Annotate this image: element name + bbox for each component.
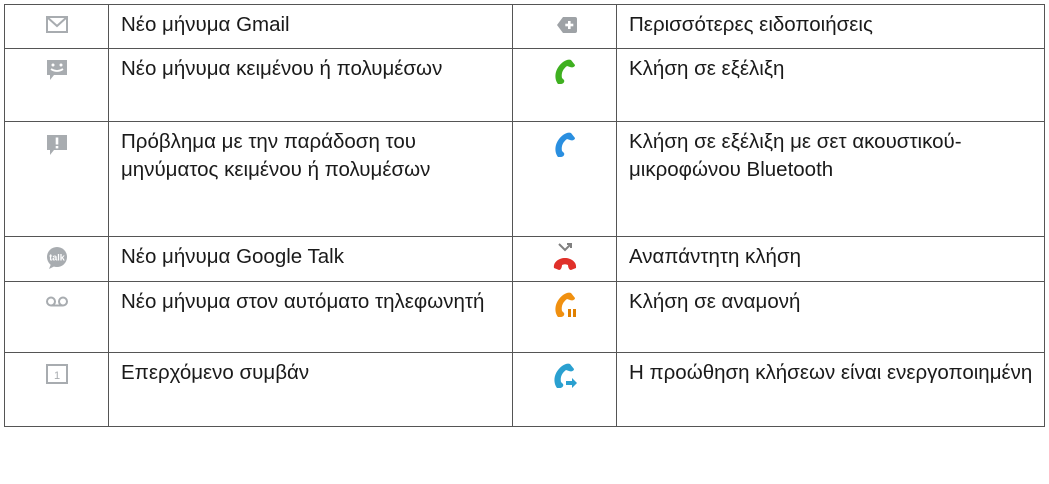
svg-text:talk: talk bbox=[49, 253, 66, 263]
google-talk-icon: talk bbox=[45, 246, 69, 275]
notification-label: Επερχόμενο συμβάν bbox=[121, 361, 310, 384]
table-row: 1 Επερχόμενο συμβάν Η προώθηση κλήσεων ε… bbox=[4, 352, 1045, 427]
table-row: talk Νέο μήνυμα Google Talk Αναπάντητη κ… bbox=[4, 236, 1045, 282]
notification-label: Κλήση σε εξέλιξη bbox=[629, 57, 785, 80]
notification-label: Νέο μήνυμα Google Talk bbox=[121, 245, 344, 268]
call-on-hold-icon bbox=[553, 292, 577, 323]
table-row: Νέο μήνυμα στον αυτόματο τηλεφωνητή Κλήσ… bbox=[4, 281, 1045, 353]
call-in-progress-icon bbox=[553, 59, 577, 90]
notification-icons-table: Νέο μήνυμα Gmail Περισσότερες ειδοποιήσε… bbox=[4, 4, 1045, 427]
gmail-envelope-icon bbox=[45, 16, 68, 38]
missed-call-icon bbox=[552, 242, 578, 277]
more-notifications-icon bbox=[556, 17, 577, 38]
message-delivery-problem-icon bbox=[46, 134, 68, 161]
table-row: Νέο μήνυμα κειμένου ή πολυμέσων Κλήση σε… bbox=[4, 48, 1045, 122]
notification-label: Νέο μήνυμα Gmail bbox=[121, 13, 290, 36]
calendar-event-icon: 1 bbox=[45, 364, 68, 389]
notification-label: Κλήση σε εξέλιξη με σετ ακουστικού-μικρο… bbox=[629, 130, 962, 181]
notification-label: Νέο μήνυμα στον αυτόματο τηλεφωνητή bbox=[121, 290, 485, 313]
notification-label: Νέο μήνυμα κειμένου ή πολυμέσων bbox=[121, 57, 443, 80]
notification-label: Περισσότερες ειδοποιήσεις bbox=[629, 13, 873, 36]
sms-mms-message-icon bbox=[46, 59, 68, 86]
notification-label: Κλήση σε αναμονή bbox=[629, 290, 801, 313]
voicemail-icon bbox=[45, 295, 69, 313]
notification-label: Πρόβλημα με την παράδοση του μηνύματος κ… bbox=[121, 130, 431, 181]
notification-label: Η προώθηση κλήσεων είναι ενεργοποιημένη bbox=[629, 361, 1033, 384]
bluetooth-call-icon bbox=[553, 132, 577, 163]
call-forwarding-icon bbox=[552, 363, 578, 394]
svg-text:1: 1 bbox=[53, 370, 59, 382]
notification-label: Αναπάντητη κλήση bbox=[629, 245, 802, 268]
table-row: Νέο μήνυμα Gmail Περισσότερες ειδοποιήσε… bbox=[4, 4, 1045, 49]
table-row: Πρόβλημα με την παράδοση του μηνύματος κ… bbox=[4, 121, 1045, 237]
